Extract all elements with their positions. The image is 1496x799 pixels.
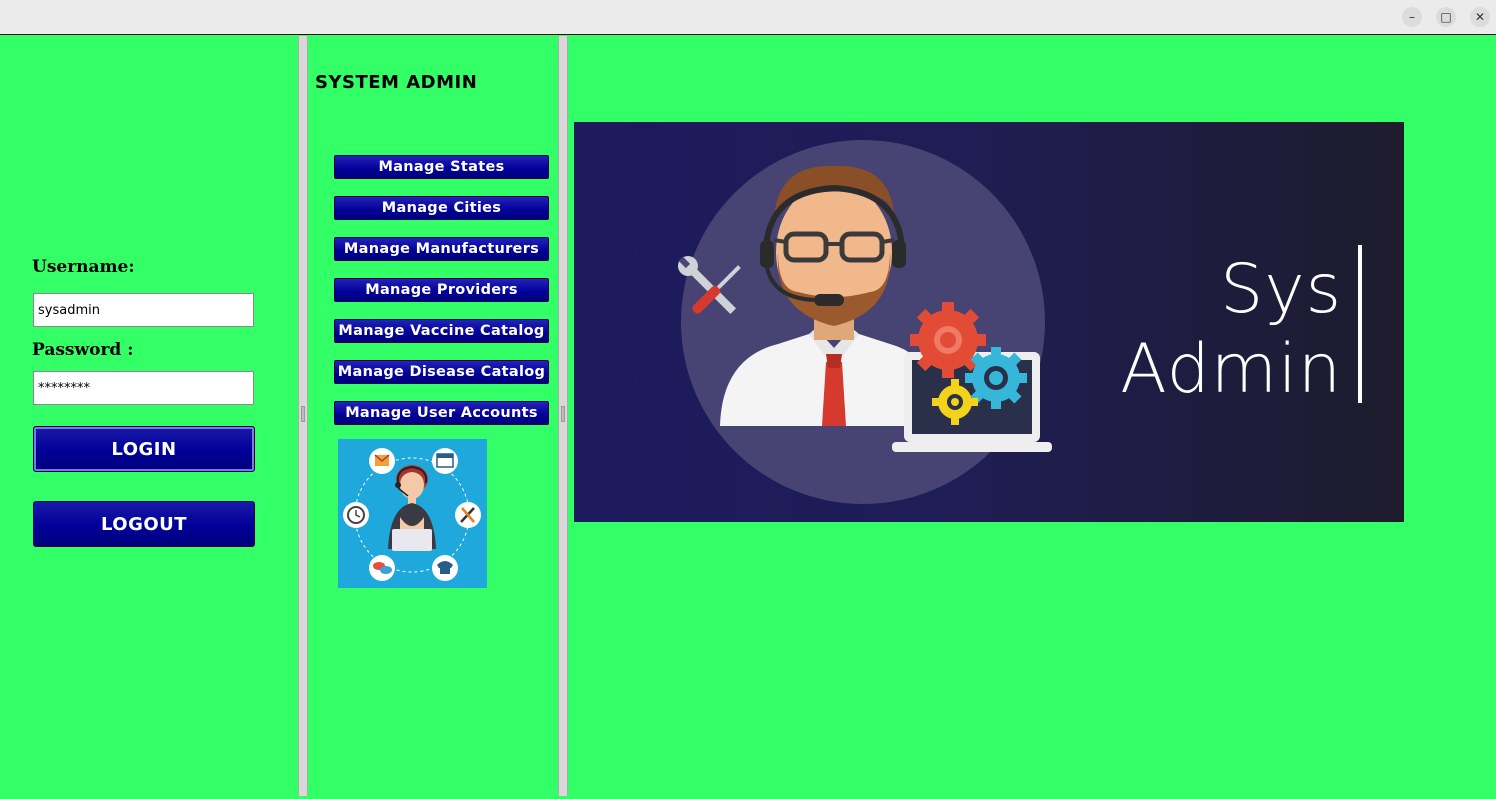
password-field[interactable] xyxy=(33,371,254,405)
split-divider-right[interactable] xyxy=(558,36,568,796)
banner-title-line1: Sys xyxy=(1220,250,1342,329)
manage-providers-button[interactable]: Manage Providers xyxy=(334,278,549,302)
window-titlebar: – □ ✕ xyxy=(0,0,1496,35)
manage-states-button[interactable]: Manage States xyxy=(334,155,549,179)
manage-user-accounts-button[interactable]: Manage User Accounts xyxy=(334,401,549,425)
split-divider-left[interactable] xyxy=(298,36,308,796)
close-icon[interactable]: ✕ xyxy=(1470,7,1490,27)
minimize-icon[interactable]: – xyxy=(1402,7,1422,27)
banner-title-line2: Admin xyxy=(1120,330,1342,409)
sysadmin-banner: Sys Admin xyxy=(574,122,1404,522)
username-label: Username: xyxy=(32,257,135,277)
section-title: SYSTEM ADMIN xyxy=(315,72,478,93)
login-button[interactable]: LOGIN xyxy=(33,426,255,472)
support-agent-image xyxy=(338,439,487,588)
manage-manufacturers-button[interactable]: Manage Manufacturers xyxy=(334,237,549,261)
manage-disease-catalog-button[interactable]: Manage Disease Catalog xyxy=(334,360,549,384)
manage-vaccine-catalog-button[interactable]: Manage Vaccine Catalog xyxy=(334,319,549,343)
login-pane xyxy=(0,36,298,796)
maximize-icon[interactable]: □ xyxy=(1436,7,1456,27)
password-label: Password : xyxy=(32,340,134,360)
logout-button[interactable]: LOGOUT xyxy=(33,501,255,547)
manage-cities-button[interactable]: Manage Cities xyxy=(334,196,549,220)
username-field[interactable] xyxy=(33,293,254,327)
